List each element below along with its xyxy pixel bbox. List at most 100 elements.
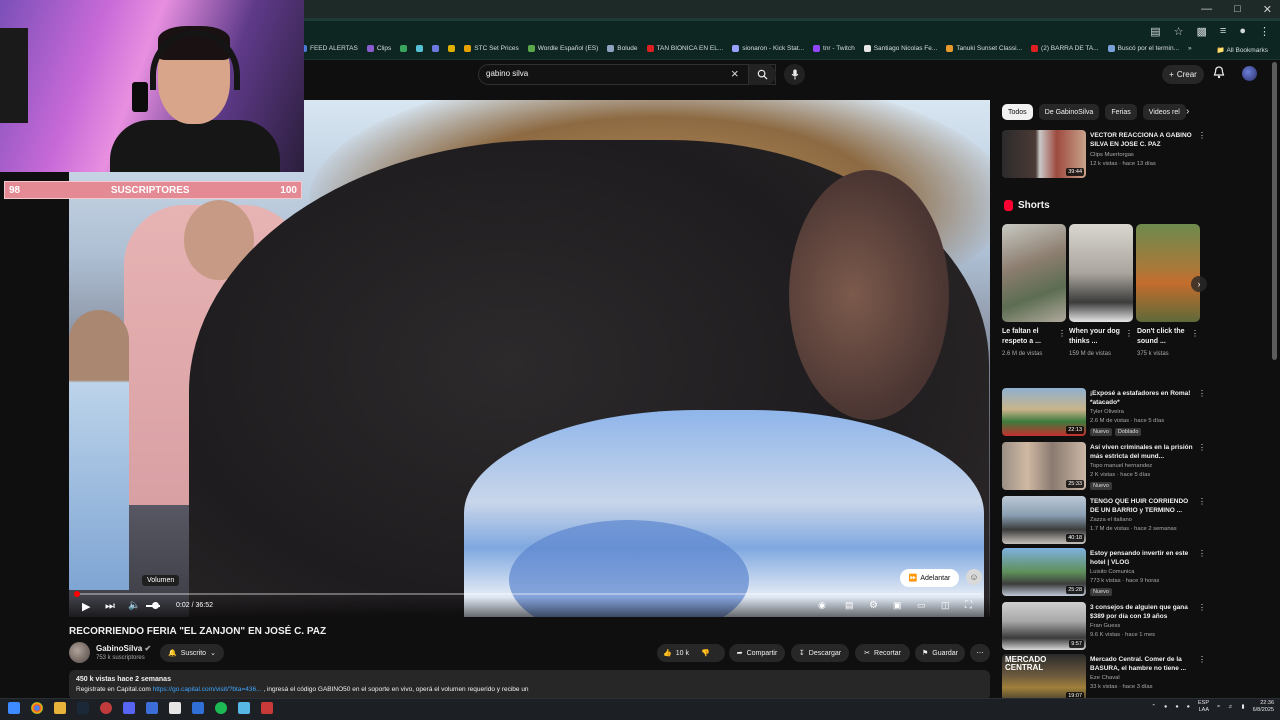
wifi-icon[interactable]: ≈ [1217, 704, 1220, 710]
recommendation-item[interactable]: 22:13 ¡Exposé a estafadores en Roma! *ata… [1002, 388, 1206, 438]
filter-chip[interactable]: Todos [1002, 104, 1033, 120]
bookmark-item[interactable]: Wordle Español (ES) [527, 45, 598, 52]
language-indicator[interactable]: ESP LAA [1198, 700, 1209, 714]
theater-mode-icon[interactable]: ▭ [917, 600, 926, 611]
discord-icon[interactable] [123, 702, 135, 714]
page-scrollbar[interactable] [1272, 62, 1277, 360]
recommendation-item[interactable]: 25:28 Estoy pensando invertir en este hot… [1002, 548, 1206, 598]
progress-scrubber[interactable] [74, 591, 80, 597]
kebab-icon[interactable]: ⋮ [1198, 549, 1206, 558]
recommendation-item[interactable]: MERCADO CENTRAL 19:07 Mercado Central. Com… [1002, 654, 1206, 704]
network-icon[interactable]: ● [1164, 704, 1167, 710]
install-icon[interactable]: ▤ [1150, 25, 1160, 38]
download-button[interactable]: ↧ Descargar [791, 644, 849, 662]
description-box[interactable] [69, 670, 990, 700]
kebab-icon[interactable]: ⋮ [1259, 25, 1270, 38]
channel-name[interactable]: GabinoSilva ✔ [96, 644, 151, 653]
app-icon[interactable] [146, 702, 158, 714]
chevron-right-icon[interactable]: › [1191, 276, 1207, 292]
description-link[interactable]: https://go.capital.com/visit/?bta=436... [153, 686, 262, 693]
bookmark-item[interactable]: Bolude [607, 45, 638, 52]
spotify-icon[interactable] [215, 702, 227, 714]
like-icon[interactable]: 👍 [663, 649, 672, 657]
more-actions-button[interactable]: ⋯ [970, 644, 990, 662]
bookmark-item[interactable]: Tanuki Sunset Classi... [946, 45, 1022, 52]
bookmark-item[interactable] [416, 45, 424, 52]
app-icon[interactable] [261, 702, 273, 714]
bluetooth-icon[interactable]: ● [1175, 704, 1178, 710]
battery-icon[interactable]: ▮ [1242, 704, 1245, 710]
clock[interactable]: 22:36 6/8/2025 [1253, 700, 1274, 714]
star-icon[interactable]: ☆ [1174, 25, 1184, 38]
extensions-icon[interactable]: ▩ [1197, 25, 1207, 38]
menu-list-icon[interactable]: ≡ [1220, 25, 1226, 38]
bookmark-item[interactable]: STC Set Prices [464, 45, 519, 52]
account-avatar[interactable] [1242, 66, 1257, 81]
short-title[interactable]: Le faltan el respeto a ... [1002, 327, 1058, 347]
notifications-button[interactable] [1213, 66, 1225, 84]
bookmark-item[interactable]: TAN BIONICA EN EL... [646, 45, 723, 52]
video-player[interactable] [69, 100, 990, 617]
chevron-up-icon[interactable]: ⌃ [1151, 704, 1156, 710]
short-title[interactable]: Don't click the sound ... [1137, 327, 1193, 347]
maximize-icon[interactable]: □ [1234, 3, 1241, 16]
kebab-icon[interactable]: ⋮ [1198, 497, 1206, 506]
app-icon[interactable] [192, 702, 204, 714]
short-thumbnail[interactable] [1069, 224, 1133, 322]
filter-chip[interactable]: De GabinoSilva [1038, 104, 1100, 120]
bookmark-item[interactable]: Clips [366, 45, 391, 52]
recommendation-item[interactable]: 9:57 3 consejos de alguien que gana $389 … [1002, 602, 1206, 652]
kebab-icon[interactable]: ⋮ [1198, 389, 1206, 398]
search-button[interactable] [748, 64, 776, 85]
app-icon[interactable] [169, 702, 181, 714]
bookmark-item[interactable]: FEED ALERTAS [300, 45, 358, 52]
profile-icon[interactable]: ● [1239, 25, 1246, 38]
volume-icon[interactable]: 🔈 [128, 600, 140, 611]
kebab-icon[interactable]: ⋮ [1191, 329, 1199, 338]
all-bookmarks[interactable]: 📁 All Bookmarks [1217, 46, 1268, 54]
short-thumbnail[interactable] [1002, 224, 1066, 322]
recommendation-item[interactable]: 40:18 TENGO QUE HUIR CORRIENDO DE UN BARR… [1002, 496, 1206, 546]
fullscreen-icon[interactable]: ⛶ [965, 600, 972, 611]
app-icon[interactable] [100, 702, 112, 714]
save-button[interactable]: ⚑ Guardar [915, 644, 965, 662]
create-button[interactable]: + Crear [1162, 65, 1204, 84]
bookmark-item[interactable] [448, 45, 456, 52]
steam-icon[interactable] [77, 702, 89, 714]
kebab-icon[interactable]: ⋮ [1198, 655, 1206, 664]
voice-search-button[interactable] [784, 64, 805, 85]
share-button[interactable]: ➦ Compartir [729, 644, 785, 662]
kebab-icon[interactable]: ⋮ [1198, 443, 1206, 452]
chrome-icon[interactable] [31, 702, 43, 714]
bookmark-item[interactable]: (2) BARRA DE TA... [1031, 45, 1099, 52]
short-title[interactable]: When your dog thinks ... [1069, 327, 1125, 347]
kebab-icon[interactable]: ⋮ [1198, 603, 1206, 612]
skip-button[interactable]: ⏩ Adelantar [900, 569, 959, 587]
speaker-icon[interactable]: ♬ [1228, 704, 1234, 710]
play-icon[interactable]: ▶ [82, 600, 90, 613]
sponsor-face-icon[interactable]: ☺ [966, 569, 982, 585]
clip-button[interactable]: ✂ Recortar [855, 644, 910, 662]
kebab-icon[interactable]: ⋮ [1058, 329, 1066, 338]
bookmark-item[interactable]: tnr - Twitch [813, 45, 855, 52]
autoplay-toggle-icon[interactable]: ◉ [818, 600, 826, 611]
windows-start-icon[interactable] [8, 702, 20, 714]
more-bookmarks-icon[interactable]: » [1188, 45, 1192, 52]
app-icon[interactable] [238, 702, 250, 714]
filter-chip[interactable]: Ferias [1105, 104, 1137, 120]
file-explorer-icon[interactable] [54, 702, 66, 714]
bookmark-item[interactable] [400, 45, 408, 52]
bookmark-item[interactable] [432, 45, 440, 52]
channel-avatar[interactable] [69, 642, 90, 663]
settings-gear-icon[interactable]: ⚙ [869, 600, 878, 611]
kebab-icon[interactable]: ⋮ [1125, 329, 1133, 338]
short-thumbnail[interactable] [1136, 224, 1200, 322]
kebab-icon[interactable]: ⋮ [1198, 131, 1206, 140]
cast-icon[interactable]: ◫ [941, 600, 950, 611]
top-recommendation[interactable]: 39:44 VECTOR REACCIONA A GABINO SILVA EN… [1002, 130, 1206, 180]
subtitles-icon[interactable]: ▤ [845, 600, 854, 611]
usb-icon[interactable]: ● [1187, 704, 1190, 710]
bookmark-item[interactable]: Santiago Nicolas Fe... [863, 45, 937, 52]
bookmark-item[interactable]: sionaron - Kick Stat... [732, 45, 804, 52]
next-icon[interactable]: ⏭ [105, 600, 115, 613]
